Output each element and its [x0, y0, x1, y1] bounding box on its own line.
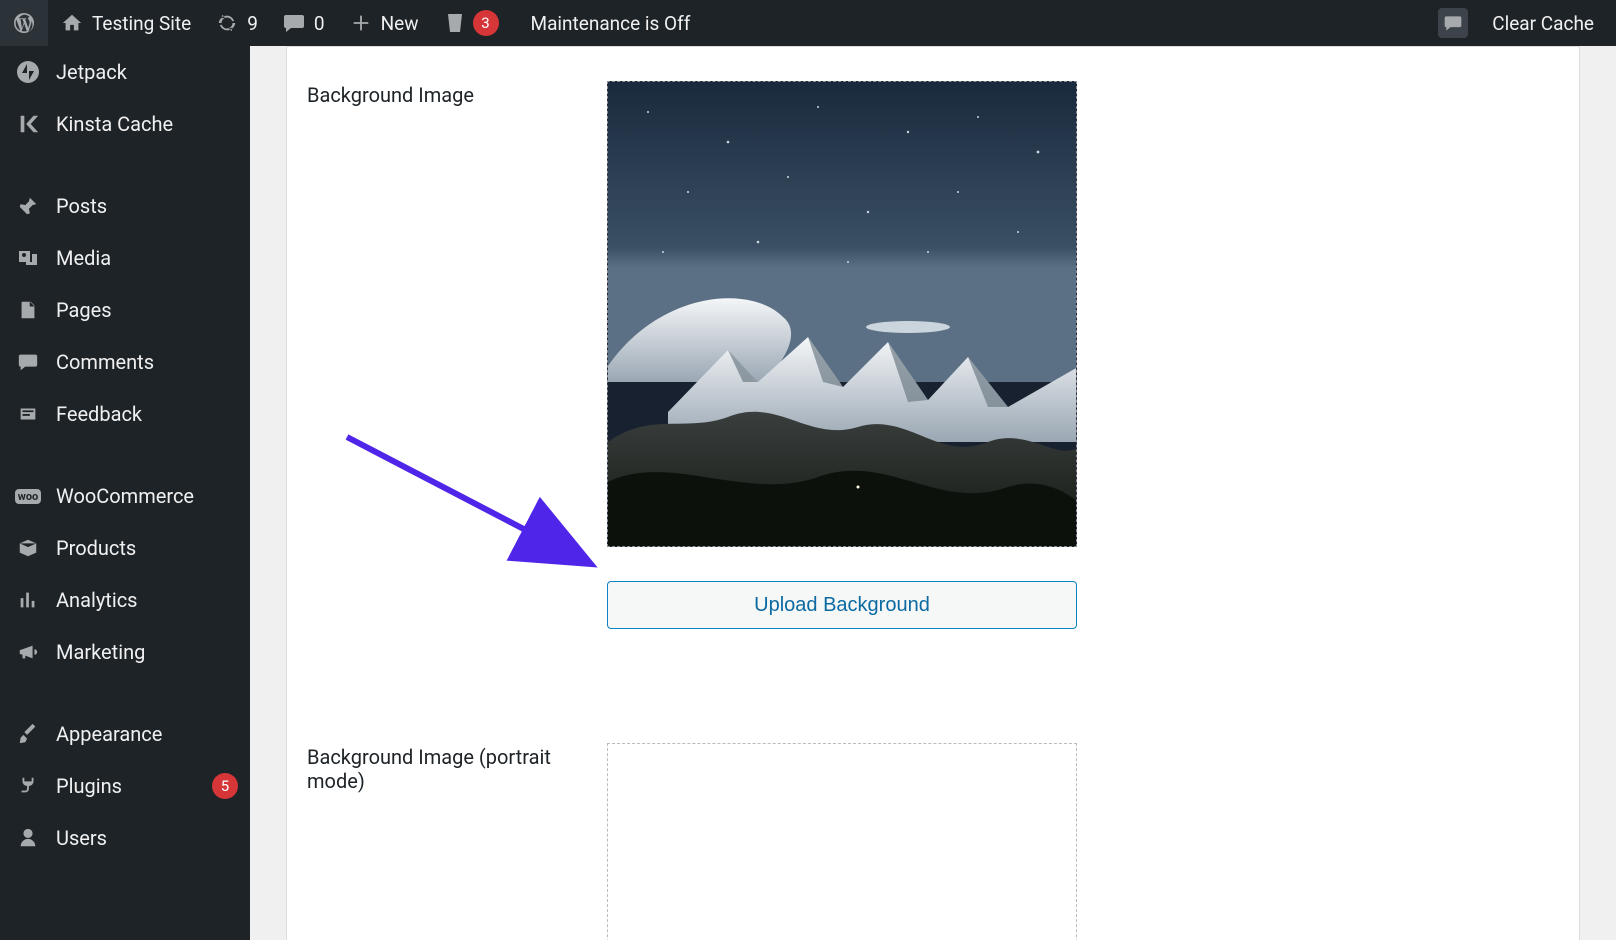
updates-count: 9	[247, 12, 258, 35]
bg-image-row: Background Image	[287, 47, 1579, 649]
comments-count: 0	[314, 12, 325, 35]
wordpress-icon	[12, 11, 36, 35]
plus-icon	[349, 11, 373, 35]
bg-image-preview[interactable]	[607, 81, 1077, 547]
kinsta-icon	[14, 110, 42, 138]
sidebar-item-analytics[interactable]: Analytics	[0, 574, 250, 626]
brush-icon	[14, 720, 42, 748]
yoast-icon	[443, 11, 467, 35]
plugins-badge: 5	[212, 773, 238, 799]
feedback-icon	[14, 400, 42, 428]
maintenance-link[interactable]: Maintenance is Off	[511, 0, 703, 46]
sidebar-item-media[interactable]: Media	[0, 232, 250, 284]
sidebar-item-label: Analytics	[56, 588, 238, 612]
sidebar-item-woocommerce[interactable]: woo WooCommerce	[0, 470, 250, 522]
bg-image-portrait-field	[607, 743, 1087, 940]
maintenance-label: Maintenance is Off	[531, 12, 691, 35]
wp-logo[interactable]	[0, 0, 48, 46]
sidebar-item-users[interactable]: Users	[0, 812, 250, 864]
clear-cache-link[interactable]: Clear Cache	[1472, 0, 1606, 46]
clear-cache-label: Clear Cache	[1492, 12, 1594, 35]
comments-icon	[14, 348, 42, 376]
bg-image-portrait-preview[interactable]	[607, 743, 1077, 940]
user-icon	[14, 824, 42, 852]
sidebar-item-plugins[interactable]: Plugins 5	[0, 760, 250, 812]
sidebar-item-label: Jetpack	[56, 60, 238, 84]
products-icon	[14, 534, 42, 562]
plug-icon	[14, 772, 42, 800]
page-icon	[14, 296, 42, 324]
bg-image-field: Upload Background	[607, 81, 1087, 629]
new-content-link[interactable]: New	[337, 0, 431, 46]
sidebar-item-products[interactable]: Products	[0, 522, 250, 574]
sidebar-item-label: Appearance	[56, 722, 238, 746]
sidebar-item-label: Products	[56, 536, 238, 560]
sidebar-item-label: Marketing	[56, 640, 238, 664]
new-label: New	[381, 12, 419, 35]
woo-icon: woo	[14, 482, 42, 510]
comments-link[interactable]: 0	[270, 0, 337, 46]
sidebar-item-label: Feedback	[56, 402, 238, 426]
settings-panel: Background Image	[286, 46, 1580, 940]
sidebar-item-label: Comments	[56, 350, 238, 374]
sidebar-item-marketing[interactable]: Marketing	[0, 626, 250, 678]
sidebar-item-appearance[interactable]: Appearance	[0, 708, 250, 760]
sidebar-item-posts[interactable]: Posts	[0, 180, 250, 232]
sidebar-item-comments[interactable]: Comments	[0, 336, 250, 388]
right-comment-box[interactable]	[1426, 0, 1472, 46]
upload-background-button[interactable]: Upload Background	[607, 581, 1077, 629]
sidebar-item-label: Kinsta Cache	[56, 112, 238, 136]
sidebar-item-label: Users	[56, 826, 238, 850]
sidebar-item-label: Pages	[56, 298, 238, 322]
yoast-link[interactable]: 3	[431, 0, 511, 46]
analytics-icon	[14, 586, 42, 614]
site-name[interactable]: Testing Site	[48, 0, 203, 46]
admin-sidebar: Jetpack Kinsta Cache Posts Media Pages	[0, 46, 250, 940]
yoast-badge: 3	[473, 10, 499, 36]
updates-link[interactable]: 9	[203, 0, 270, 46]
sidebar-item-pages[interactable]: Pages	[0, 284, 250, 336]
update-icon	[215, 11, 239, 35]
media-icon	[14, 244, 42, 272]
sidebar-item-label: WooCommerce	[56, 484, 238, 508]
admin-bar: Testing Site 9 0 New 3 Maintenance is Of…	[0, 0, 1616, 46]
site-title-text: Testing Site	[92, 12, 191, 35]
bg-image-portrait-row: Background Image (portrait mode)	[287, 709, 1579, 940]
sidebar-item-label: Media	[56, 246, 238, 270]
comment-icon	[282, 11, 306, 35]
content-area: Background Image	[250, 46, 1616, 940]
pin-icon	[14, 192, 42, 220]
megaphone-icon	[14, 638, 42, 666]
sidebar-item-feedback[interactable]: Feedback	[0, 388, 250, 440]
upload-btn-label: Upload Background	[754, 594, 930, 617]
sidebar-item-label: Plugins	[56, 774, 202, 798]
home-icon	[60, 11, 84, 35]
comment-box-icon	[1438, 8, 1468, 38]
jetpack-icon	[14, 58, 42, 86]
sidebar-item-jetpack[interactable]: Jetpack	[0, 46, 250, 98]
sidebar-item-kinsta[interactable]: Kinsta Cache	[0, 98, 250, 150]
bg-image-label: Background Image	[307, 81, 607, 629]
bg-image-portrait-label: Background Image (portrait mode)	[307, 743, 607, 940]
sidebar-item-label: Posts	[56, 194, 238, 218]
